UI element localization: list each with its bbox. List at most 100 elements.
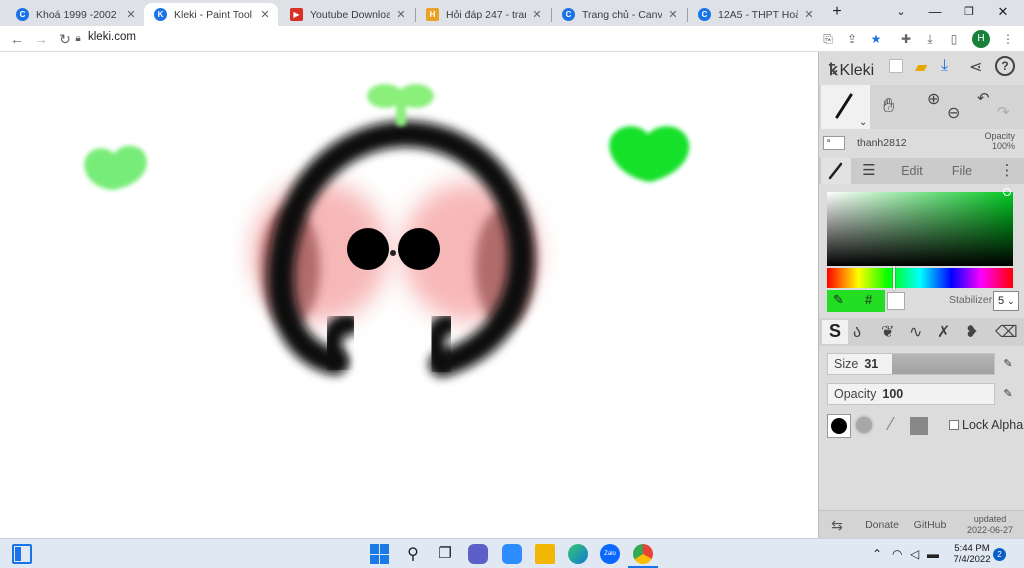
stabilizer-select[interactable]: 5 ⌄ xyxy=(993,291,1019,311)
zoom-in-icon[interactable]: ⊕ xyxy=(927,89,940,109)
kleki-logo[interactable]: ꝅ Kleki xyxy=(829,58,874,80)
tab-brush[interactable] xyxy=(821,158,851,184)
profile-avatar[interactable]: H xyxy=(972,30,990,48)
side-panel-icon[interactable]: ▯ xyxy=(946,31,962,47)
opacity-pressure-icon[interactable]: ✎ xyxy=(1001,387,1015,401)
hand-pan-icon[interactable]: ✋︎ xyxy=(883,95,894,118)
layer-info-row: ᵃ thanh2812 Opacity 100% xyxy=(819,130,1024,156)
share-icon[interactable]: ⇪ xyxy=(844,31,860,47)
pen-brush-button[interactable]: S xyxy=(822,320,848,344)
donate-link[interactable]: Donate xyxy=(861,511,903,539)
browser-tab-canva[interactable]: C Trang chủ - Canva ✕ xyxy=(552,3,686,26)
size-pressure-icon[interactable]: ✎ xyxy=(1001,357,1015,371)
browser-tab-khoa[interactable]: C Khoá 1999 -2002 trườ ✕ xyxy=(6,3,144,26)
windows-taskbar: ⚲ ❐ Zalo ⌃ ◠ ◁ ▬ 5:44 PM 7/4/2022 2 xyxy=(0,538,1024,568)
hue-slider-handle[interactable] xyxy=(893,266,895,290)
pixel-brush-icon[interactable]: ✗ xyxy=(937,322,950,342)
round-tip-button[interactable] xyxy=(827,414,851,438)
lock-icon[interactable]: 🔒︎ xyxy=(70,31,86,47)
shape-brush-icon[interactable]: ∿ xyxy=(909,322,922,342)
taskbar-clock[interactable]: 5:44 PM 7/4/2022 xyxy=(946,543,998,565)
widgets-icon[interactable] xyxy=(12,544,32,564)
primary-color-swatch[interactable]: ✎ # xyxy=(827,290,885,312)
browser-tab-kleki[interactable]: K Kleki - Paint Tool ✕ xyxy=(144,3,278,26)
blend-brush-icon[interactable]: ა xyxy=(853,322,861,342)
square-tip-button[interactable] xyxy=(907,414,931,438)
sketchy-brush-icon[interactable]: ❦ xyxy=(881,322,894,342)
eyedropper-icon[interactable]: ✎ xyxy=(833,292,844,308)
task-view-icon[interactable]: ❐ xyxy=(435,544,455,564)
battery-icon[interactable]: ▬ xyxy=(927,547,939,561)
close-tab-icon[interactable]: ✕ xyxy=(530,8,544,21)
hex-input-icon[interactable]: # xyxy=(865,292,872,307)
back-button[interactable]: ← xyxy=(7,29,27,49)
zoom-app-icon[interactable] xyxy=(502,544,522,564)
close-window-button[interactable]: ✕ xyxy=(988,2,1018,22)
teams-chat-icon[interactable] xyxy=(468,544,488,564)
save-download-icon[interactable]: ⤓ xyxy=(941,57,948,75)
color-saturation-picker[interactable] xyxy=(827,192,1013,266)
chrome-icon[interactable] xyxy=(633,544,653,564)
new-tab-button[interactable]: + xyxy=(822,2,852,22)
smudge-brush-icon[interactable]: ❥ xyxy=(965,322,978,342)
restore-button[interactable]: ❐ xyxy=(954,2,984,22)
widgets-icon-part xyxy=(15,547,21,561)
tab-file[interactable]: File xyxy=(939,158,985,184)
download-icon[interactable]: ⤓ xyxy=(922,31,938,47)
bookmark-star-icon[interactable]: ★ xyxy=(868,31,884,47)
close-tab-icon[interactable]: ✕ xyxy=(666,8,680,21)
brush-tool-button[interactable]: ⌄ xyxy=(821,85,870,129)
tab-layers[interactable]: ☰ xyxy=(853,158,885,184)
help-icon[interactable]: ? xyxy=(995,56,1015,76)
browser-tab-12a5[interactable]: C 12A5 - THPT Hoàng V ✕ xyxy=(688,3,822,26)
search-icon[interactable]: ⚲ xyxy=(403,544,423,564)
close-tab-icon[interactable]: ✕ xyxy=(802,8,816,21)
open-folder-icon[interactable]: ▰ xyxy=(915,57,927,77)
size-slider[interactable]: Size 31 xyxy=(827,353,995,375)
forward-button[interactable]: → xyxy=(31,29,51,49)
browser-tab-hoidap[interactable]: H Hỏi đáp 247 - trang t ✕ xyxy=(416,3,550,26)
minimize-button[interactable]: — xyxy=(920,2,950,22)
tab-title: Youtube Downloader xyxy=(310,8,390,21)
new-image-icon[interactable] xyxy=(889,59,903,73)
kleki-sidebar: ꝅ Kleki ▰ ⤓ ⋖ ? ⌄ ✋︎ ⊕ ⊖ ↶ ↷ ᵃ thanh2812 … xyxy=(818,52,1024,538)
translate-icon[interactable]: ⎘ xyxy=(820,31,836,47)
close-tab-icon[interactable]: ✕ xyxy=(124,8,138,21)
address-bar[interactable]: kleki.com xyxy=(88,31,136,43)
browser-tab-youtube-downloader[interactable]: ▶ Youtube Downloader ✕ xyxy=(280,3,414,26)
redo-icon[interactable]: ↷ xyxy=(997,103,1010,121)
hue-slider[interactable] xyxy=(827,268,1013,288)
tab-search-chevron-icon[interactable]: ⌄ xyxy=(886,2,916,22)
layer-thumbnail[interactable]: ᵃ xyxy=(823,136,845,150)
zoom-out-icon[interactable]: ⊖ xyxy=(947,103,960,123)
extensions-puzzle-icon[interactable]: ✚ xyxy=(898,31,914,47)
volume-icon[interactable]: ◁ xyxy=(910,547,919,561)
tray-chevron-icon[interactable]: ⌃ xyxy=(872,547,882,561)
close-tab-icon[interactable]: ✕ xyxy=(394,8,408,21)
angled-tip-button[interactable]: ⁄ xyxy=(879,414,903,438)
soft-tip-button[interactable] xyxy=(853,414,877,438)
eraser-icon[interactable]: ⌫ xyxy=(995,322,1018,342)
picker-handle[interactable] xyxy=(1003,188,1011,196)
tab-edit[interactable]: Edit xyxy=(889,158,935,184)
undo-icon[interactable]: ↶ xyxy=(977,89,990,107)
secondary-color-swatch[interactable] xyxy=(887,292,905,310)
layer-name: thanh2812 xyxy=(857,137,907,149)
share-icon[interactable]: ⋖ xyxy=(969,57,982,77)
zalo-app-icon[interactable]: Zalo xyxy=(600,544,620,564)
close-tab-icon[interactable]: ✕ xyxy=(258,8,272,21)
file-explorer-icon[interactable] xyxy=(535,544,555,564)
windows-start-icon[interactable] xyxy=(370,544,390,564)
wifi-icon[interactable]: ◠ xyxy=(892,547,902,561)
opacity-slider[interactable]: Opacity 100 xyxy=(827,383,995,405)
drawing-canvas[interactable] xyxy=(0,52,818,538)
swap-arrows-icon[interactable]: ⇆ xyxy=(827,511,847,539)
lock-alpha-checkbox[interactable]: Lock Alpha xyxy=(949,418,1023,432)
chevron-down-icon: ⌄ xyxy=(1007,296,1015,306)
browser-toolbar: ← → ↻ 🔒︎ kleki.com ⎘ ⇪ ★ ✚ ⤓ ▯ H ⋮ xyxy=(0,26,1024,52)
menu-dots-icon[interactable]: ⋮ xyxy=(1000,31,1016,47)
more-menu-icon[interactable]: ⋮ xyxy=(995,158,1019,184)
notification-badge[interactable]: 2 xyxy=(993,548,1006,561)
github-link[interactable]: GitHub xyxy=(909,511,951,539)
edge-browser-icon[interactable] xyxy=(568,544,588,564)
